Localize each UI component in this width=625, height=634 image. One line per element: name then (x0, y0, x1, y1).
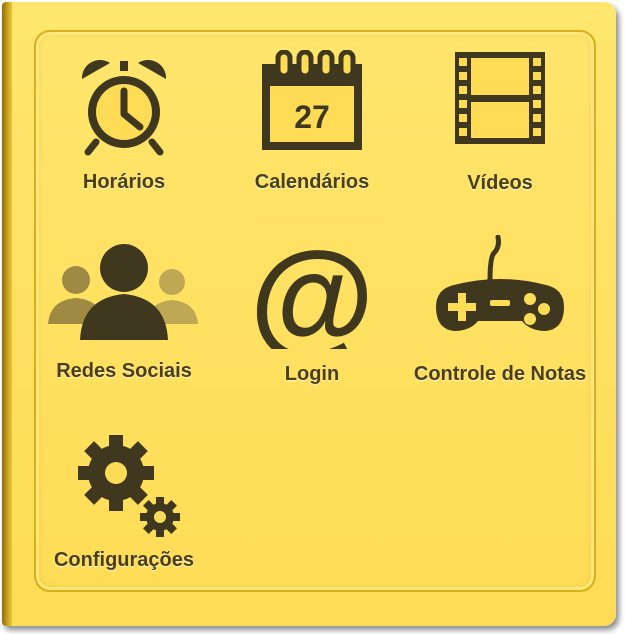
menu-item-configuracoes[interactable]: Configurações (34, 435, 214, 605)
menu-item-calendarios[interactable]: 27 Calendários (222, 50, 402, 220)
gamepad-icon (436, 235, 564, 331)
menu-item-videos[interactable]: Vídeos (410, 52, 590, 222)
menu-item-label: Configurações (53, 549, 195, 571)
menu-item-controle-de-notas[interactable]: Controle de Notas (410, 235, 590, 405)
users-icon (48, 244, 198, 340)
menu-item-redes-sociais[interactable]: Redes Sociais (34, 240, 214, 410)
at-sign-icon: @ (250, 245, 375, 349)
gears-icon (78, 435, 180, 537)
menu-item-label: Controle de Notas (413, 363, 587, 385)
menu-book: Horários 27 Calendários Vídeos Redes Soc… (2, 2, 616, 626)
menu-item-label: Login (284, 363, 340, 385)
film-strip-icon (455, 52, 545, 144)
menu-item-horarios[interactable]: Horários (34, 57, 214, 227)
menu-item-label: Redes Sociais (56, 360, 192, 382)
menu-item-label: Vídeos (467, 172, 533, 194)
calendar-day: 27 (294, 99, 330, 135)
svg-text:@: @ (250, 245, 375, 349)
calendar-icon: 27 (262, 50, 362, 150)
book-spine (2, 2, 12, 626)
menu-item-label: Calendários (254, 171, 370, 193)
menu-item-label: Horários (82, 171, 166, 193)
alarm-clock-icon (81, 59, 167, 156)
menu-item-login[interactable]: @ Login (222, 245, 402, 415)
